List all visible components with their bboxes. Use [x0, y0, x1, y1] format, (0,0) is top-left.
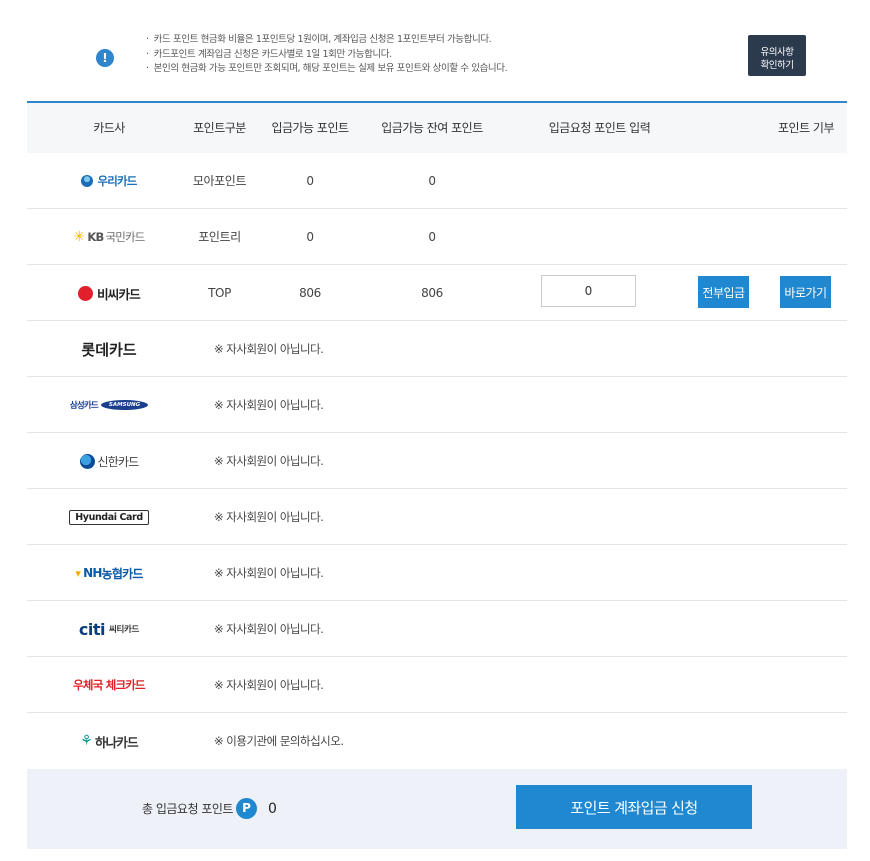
header-remaining: 입금가능 잔여 포인트	[381, 121, 483, 135]
hana-emblem-icon: ⚘	[80, 733, 93, 749]
row-message: ※ 자사회원이 아닙니다.	[214, 678, 324, 692]
card-name: 삼성카드	[69, 401, 99, 411]
samsung-card-logo: 삼성카드 SAMSUNG	[45, 377, 173, 433]
card-name: 국민카드	[105, 230, 145, 244]
post-card-logo: 우체국 체크카드	[45, 657, 173, 713]
row-message: ※ 자사회원이 아닙니다.	[214, 622, 324, 636]
card-name: 씨티카드	[109, 625, 140, 635]
available-points: 0	[306, 174, 314, 188]
card-name: 농협카드	[101, 566, 144, 581]
available-points: 0	[306, 230, 314, 244]
shinhan-card-logo: 신한카드	[45, 433, 173, 489]
table-row: citi 씨티카드 ※ 자사회원이 아닙니다.	[27, 601, 847, 657]
points-table: 카드사 포인트구분 입금가능 포인트 입금가능 잔여 포인트 입금요청 포인트 …	[27, 101, 847, 769]
card-name-en: citi	[78, 619, 106, 639]
card-name: 신한카드	[97, 454, 140, 469]
table-row: 신한카드 ※ 자사회원이 아닙니다.	[27, 433, 847, 489]
bc-card-logo: 비씨카드	[45, 265, 173, 321]
remaining-points: 0	[428, 230, 436, 244]
total-label: 총 입금요청 포인트	[142, 802, 233, 816]
kb-card-logo: ✳ KB 국민카드	[45, 209, 173, 265]
table-row: 롯데카드 ※ 자사회원이 아닙니다.	[27, 321, 847, 377]
nh-emblem-icon: ▾	[75, 566, 81, 580]
table-row: Hyundai Card ※ 자사회원이 아닙니다.	[27, 489, 847, 545]
notice-section: ! 카드 포인트 현금화 비율은 1포인트당 1원이며, 계좌입금 신청은 1포…	[0, 0, 870, 102]
card-name: 우체국 체크카드	[73, 678, 145, 692]
header-type: 포인트구분	[193, 121, 246, 135]
deposit-all-button[interactable]: 전부입금	[698, 276, 749, 308]
card-name: Hyundai Card	[69, 509, 149, 525]
total-value: 0	[268, 801, 277, 817]
row-message: ※ 이용기관에 문의하십시오.	[214, 734, 344, 748]
table-row: ⚘ 하나카드 ※ 이용기관에 문의하십시오.	[27, 713, 847, 769]
summary-footer: 총 입금요청 포인트 P 0 포인트 계좌입금 신청	[27, 769, 847, 849]
view-notice-button-label: 유의사항	[760, 47, 794, 58]
points-badge-icon: P	[236, 798, 257, 819]
view-notice-button[interactable]: 유의사항 확인하기	[748, 35, 806, 76]
notice-line: 카드 포인트 현금화 비율은 1포인트당 1원이며, 계좌입금 신청은 1포인트…	[146, 33, 507, 48]
hana-card-logo: ⚘ 하나카드	[45, 713, 173, 769]
point-type: 포인트리	[198, 230, 241, 244]
card-name: 비씨카드	[97, 286, 141, 302]
point-type: 모아포인트	[192, 174, 247, 188]
card-name-en: NH	[83, 566, 102, 580]
row-message: ※ 자사회원이 아닙니다.	[214, 398, 324, 412]
header-available: 입금가능 포인트	[271, 121, 349, 135]
card-name: 하나카드	[94, 734, 139, 750]
row-message: ※ 자사회원이 아닙니다.	[214, 566, 324, 580]
header-card: 카드사	[93, 121, 125, 135]
table-row: ▾ NH 농협카드 ※ 자사회원이 아닙니다.	[27, 545, 847, 601]
table-row: 우리카드 모아포인트 0 0	[27, 153, 847, 209]
card-name-en: SAMSUNG	[100, 400, 149, 410]
woori-card-logo: 우리카드	[45, 153, 173, 209]
woori-emblem-icon	[81, 175, 94, 187]
go-donate-button[interactable]: 바로가기	[780, 276, 831, 308]
nh-card-logo: ▾ NH 농협카드	[45, 545, 173, 601]
notice-line: 카드포인트 계좌입금 신청은 카드사별로 1일 1회만 가능합니다.	[146, 48, 507, 63]
table-row: 삼성카드 SAMSUNG ※ 자사회원이 아닙니다.	[27, 377, 847, 433]
card-name: 롯데카드	[81, 340, 137, 359]
hyundai-card-logo: Hyundai Card	[45, 489, 173, 545]
notice-line: 본인의 현금화 가능 포인트만 조회되며, 해당 포인트는 실제 보유 포인트와…	[146, 62, 508, 77]
submit-deposit-button[interactable]: 포인트 계좌입금 신청	[516, 785, 752, 829]
available-points: 806	[299, 286, 321, 300]
remaining-points: 0	[428, 174, 436, 188]
point-type: TOP	[208, 286, 231, 300]
lotte-card-logo: 롯데카드	[45, 321, 173, 377]
row-message: ※ 자사회원이 아닙니다.	[214, 510, 324, 524]
row-message: ※ 자사회원이 아닙니다.	[214, 342, 324, 356]
bc-emblem-icon	[78, 285, 94, 301]
table-row: 우체국 체크카드 ※ 자사회원이 아닙니다.	[27, 657, 847, 713]
header-request-input: 입금요청 포인트 입력	[548, 121, 651, 135]
header-donate: 포인트 기부	[777, 121, 835, 135]
remaining-points: 806	[421, 286, 443, 300]
notice-list: 카드 포인트 현금화 비율은 1포인트당 1원이며, 계좌입금 신청은 1포인트…	[146, 33, 508, 77]
row-message: ※ 자사회원이 아닙니다.	[214, 454, 324, 468]
table-row: ✳ KB 국민카드 포인트리 0 0	[27, 209, 847, 265]
card-name: 우리카드	[97, 174, 137, 188]
card-name-en: KB	[87, 230, 104, 244]
request-points-input[interactable]	[541, 275, 636, 307]
table-header: 카드사 포인트구분 입금가능 포인트 입금가능 잔여 포인트 입금요청 포인트 …	[27, 103, 847, 153]
table-row: 비씨카드 TOP 806 806 전부입금 바로가기	[27, 265, 847, 321]
shinhan-emblem-icon	[79, 453, 95, 469]
kb-star-icon: ✳	[73, 229, 85, 245]
exclamation-icon: !	[96, 49, 114, 67]
view-notice-button-label: 확인하기	[760, 60, 794, 71]
citi-card-logo: citi 씨티카드	[45, 601, 173, 657]
